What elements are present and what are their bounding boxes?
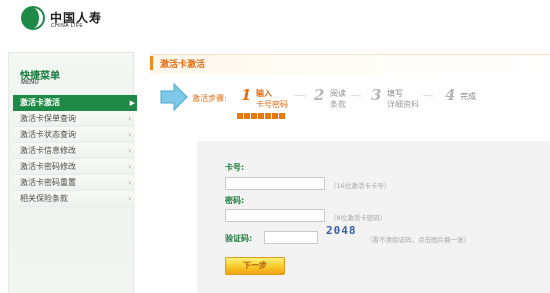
step-separator: ·········›	[293, 92, 307, 100]
china-life-logo-icon	[21, 6, 45, 30]
arrow-right-icon	[160, 82, 188, 112]
step-4-number: 4	[445, 86, 456, 104]
next-step-button[interactable]: 下一步	[225, 257, 285, 275]
title-accent-bar	[150, 56, 153, 70]
step-separator: ·······›	[422, 92, 433, 100]
activation-steps: 激活步骤: 1 输入 卡号密码 ·········› 2 阅读 条款 ·····…	[160, 82, 550, 122]
steps-label: 激活步骤:	[192, 94, 227, 103]
step-1-title: 输入	[256, 89, 272, 98]
sidebar-item-label: 激活卡状态查询	[20, 130, 76, 139]
step-3-subtitle: 详细资料	[387, 100, 419, 109]
step-3-title: 填写	[387, 89, 403, 98]
sidebar-subtitle: MENU	[21, 80, 39, 86]
sidebar-item-label: 激活卡信息修改	[20, 146, 76, 155]
step-2-title: 阅读	[330, 89, 346, 98]
sidebar-item-password-change[interactable]: 激活卡密码修改 ›	[13, 159, 135, 175]
sidebar: 快捷菜单 MENU 激活卡激活 ▶ 激活卡保单查询 › 激活卡状态查询 › 激活…	[8, 52, 137, 293]
chevron-right-icon: ›	[128, 147, 131, 155]
chevron-right-icon: ›	[128, 195, 131, 203]
step-4-title: 完成	[460, 92, 476, 101]
captcha-label: 验证码:	[225, 234, 253, 243]
sidebar-item-password-reset[interactable]: 激活卡密码重置 ›	[13, 175, 135, 191]
card-number-input[interactable]	[225, 177, 325, 190]
sidebar-item-insurance-terms[interactable]: 相关保险条款 ›	[13, 191, 135, 207]
sidebar-item-label: 激活卡密码重置	[20, 178, 76, 187]
captcha-image[interactable]: 2048	[326, 224, 357, 237]
step-1-number: 1	[241, 86, 252, 104]
card-number-hint: （16位激活卡卡号）	[330, 182, 391, 190]
card-number-label: 卡号:	[225, 163, 245, 172]
step-2-number: 2	[314, 86, 325, 104]
password-input[interactable]	[225, 209, 325, 222]
chevron-right-icon: ›	[128, 131, 131, 139]
main-title-bar	[150, 54, 550, 74]
captcha-hint: （看不清验证码，点击图片换一张）	[366, 236, 470, 244]
password-hint: （8位激活卡密码）	[330, 214, 387, 222]
current-step-indicator	[237, 113, 285, 119]
page-title: 激活卡激活	[160, 60, 206, 70]
header: 中国人寿 CHINA LIFE	[0, 0, 550, 36]
step-2-subtitle: 条款	[330, 100, 346, 109]
password-label: 密码:	[225, 196, 245, 205]
sidebar-item-card-activation[interactable]: 激活卡激活 ▶	[13, 95, 137, 111]
sidebar-item-policy-query[interactable]: 激活卡保单查询 ›	[13, 111, 135, 127]
chevron-right-icon: ▶	[129, 99, 135, 107]
sidebar-item-info-edit[interactable]: 激活卡信息修改 ›	[13, 143, 135, 159]
step-3-number: 3	[371, 86, 382, 104]
logo-english-text: CHINA LIFE	[51, 23, 84, 29]
chevron-right-icon: ›	[128, 115, 131, 123]
sidebar-item-label: 激活卡保单查询	[20, 114, 76, 123]
captcha-input[interactable]	[264, 231, 318, 244]
sidebar-item-label: 相关保险条款	[20, 194, 68, 203]
sidebar-item-label: 激活卡密码修改	[20, 162, 76, 171]
chevron-right-icon: ›	[128, 179, 131, 187]
sidebar-item-status-query[interactable]: 激活卡状态查询 ›	[13, 127, 135, 143]
sidebar-item-label: 激活卡激活	[20, 98, 60, 107]
step-1-subtitle: 卡号密码	[256, 100, 288, 109]
sidebar-menu: 激活卡激活 ▶ 激活卡保单查询 › 激活卡状态查询 › 激活卡信息修改 › 激活…	[13, 95, 137, 207]
chevron-right-icon: ›	[128, 163, 131, 171]
step-separator: ·······›	[350, 92, 361, 100]
